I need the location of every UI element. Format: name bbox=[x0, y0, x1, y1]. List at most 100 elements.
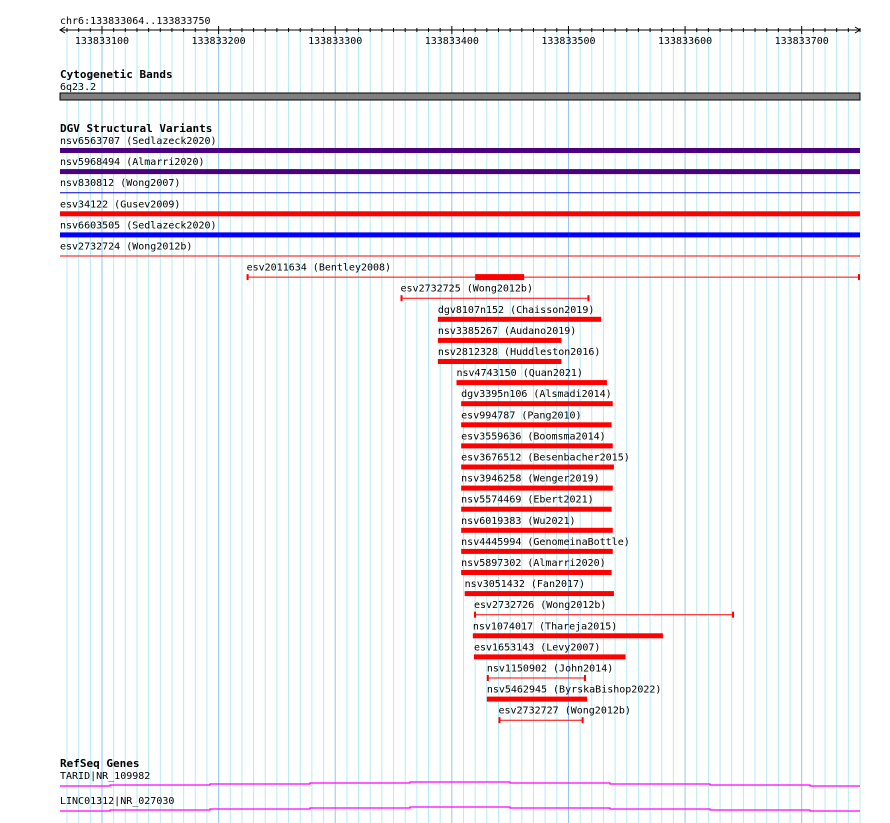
sv-feature[interactable]: esv3676512 (Besenbacher2015) bbox=[461, 453, 630, 470]
sv-bar[interactable] bbox=[60, 169, 860, 175]
gene-line[interactable] bbox=[60, 806, 860, 812]
sv-bar[interactable] bbox=[461, 527, 613, 533]
sv-bar[interactable] bbox=[473, 654, 626, 660]
ruler-track[interactable]: chr6:133833064..133833750 133833100 13383… bbox=[59, 16, 861, 47]
sv-feature[interactable]: nsv4743150 (Quan2021) bbox=[456, 368, 607, 386]
sv-feature[interactable]: nsv2812328 (Huddleston2016) bbox=[437, 347, 601, 364]
sv-cap-end bbox=[587, 295, 590, 302]
sv-feature[interactable]: nsv6563707 (Sedlazeck2020) bbox=[60, 136, 860, 153]
ruler-tick-label: 133833100 bbox=[75, 36, 129, 47]
sv-feature-label: esv3676512 (Besenbacher2015) bbox=[461, 453, 630, 464]
band-label: 6q23.2 bbox=[60, 82, 96, 93]
sv-feature-label: esv3559636 (Boomsma2014) bbox=[461, 431, 605, 442]
sv-feature-label: esv34122 (Gusev2009) bbox=[60, 199, 180, 210]
gene-label: LINC01312|NR_027030 bbox=[60, 796, 174, 807]
genome-browser-view[interactable]: chr6:133833064..133833750 133833100 13383… bbox=[0, 0, 890, 823]
sv-bar[interactable] bbox=[461, 506, 612, 512]
sv-feature[interactable]: nsv3946258 (Wenger2019) bbox=[461, 474, 613, 491]
sv-feature[interactable]: esv2011634 (Bentley2008) bbox=[246, 263, 860, 281]
sv-feature[interactable]: esv2732726 (Wong2012b) bbox=[473, 600, 735, 618]
sv-feature-label: nsv1150902 (John2014) bbox=[487, 664, 613, 675]
sv-feature[interactable]: nsv4445994 (GenomeinaBottle) bbox=[461, 537, 630, 554]
sv-cap-end bbox=[858, 274, 860, 281]
gene-feature[interactable]: LINC01312|NR_027030 bbox=[60, 796, 860, 812]
sv-bar[interactable] bbox=[437, 316, 602, 322]
gene-label: TARID|NR_109982 bbox=[60, 771, 150, 782]
ruler-tick-label: 133833400 bbox=[425, 36, 479, 47]
sv-feature[interactable]: nsv5574469 (Ebert2021) bbox=[461, 495, 612, 512]
sv-feature-label: esv1653143 (Levy2007) bbox=[474, 642, 600, 653]
gene-line[interactable] bbox=[60, 781, 860, 787]
ruler-tick-label: 133833600 bbox=[658, 36, 712, 47]
sv-bar[interactable] bbox=[461, 464, 614, 470]
sv-bar[interactable] bbox=[461, 548, 613, 554]
sv-feature[interactable]: nsv6019383 (Wu2021) bbox=[461, 516, 613, 533]
sv-feature-label: nsv5462945 (ByrskaBishop2022) bbox=[487, 685, 662, 696]
sv-feature[interactable]: nsv5462945 (ByrskaBishop2022) bbox=[486, 685, 662, 702]
dgv-track: DGV Structural Variants nsv6563707 (Sedl… bbox=[60, 122, 860, 724]
sv-feature-label: nsv1074017 (Thareja2015) bbox=[473, 621, 618, 632]
sv-bar[interactable] bbox=[486, 696, 588, 702]
sv-bar[interactable] bbox=[60, 148, 860, 153]
ruler-tick-label: 133833300 bbox=[308, 36, 362, 47]
sv-feature[interactable]: nsv1074017 (Thareja2015) bbox=[472, 621, 663, 639]
sv-feature-label: nsv5968494 (Almarri2020) bbox=[60, 157, 205, 168]
sv-cap-end bbox=[581, 717, 584, 724]
sv-bar[interactable] bbox=[437, 359, 562, 364]
ruler-ticks: 133833100 133833200 133833300 133833400 1338… bbox=[59, 26, 861, 47]
sv-bar[interactable] bbox=[461, 485, 613, 491]
sv-thick-segment bbox=[475, 274, 525, 281]
track-title-cytoband: Cytogenetic Bands bbox=[60, 68, 173, 81]
sv-feature-label: nsv830812 (Wong2007) bbox=[60, 178, 180, 189]
sv-feature[interactable]: nsv6603505 (Sedlazeck2020) bbox=[60, 220, 860, 238]
sv-feature[interactable]: esv2732725 (Wong2012b) bbox=[400, 284, 590, 302]
sv-bar[interactable] bbox=[456, 380, 607, 386]
sv-feature-label: dgv3395n106 (Alsmadi2014) bbox=[461, 389, 612, 400]
sv-feature[interactable]: nsv1150902 (John2014) bbox=[486, 664, 613, 682]
sv-feature-label: nsv4445994 (GenomeinaBottle) bbox=[461, 537, 630, 548]
sv-bar[interactable] bbox=[472, 633, 663, 639]
sv-feature-label: esv2732725 (Wong2012b) bbox=[401, 284, 533, 295]
cytoband-track: Cytogenetic Bands 6q23.2 bbox=[59, 68, 861, 101]
sv-bar[interactable] bbox=[461, 401, 613, 407]
ruler-tick-label: 133833500 bbox=[541, 36, 595, 47]
cytoband-bar[interactable] bbox=[59, 92, 861, 101]
sv-bar[interactable] bbox=[60, 232, 860, 238]
sv-feature[interactable]: nsv5897302 (Almarri2020) bbox=[461, 558, 612, 575]
sv-bar[interactable] bbox=[464, 591, 614, 597]
sv-cap-start bbox=[498, 717, 501, 724]
sv-feature-label: esv2732726 (Wong2012b) bbox=[474, 600, 606, 611]
sv-feature[interactable]: nsv5968494 (Almarri2020) bbox=[60, 157, 860, 175]
sv-feature-label: nsv3051432 (Fan2017) bbox=[465, 579, 585, 590]
sv-feature-label: nsv6563707 (Sedlazeck2020) bbox=[60, 136, 217, 147]
sv-feature[interactable]: dgv3395n106 (Alsmadi2014) bbox=[461, 389, 613, 407]
ruler-tick-label: 133833200 bbox=[192, 36, 246, 47]
sv-feature[interactable]: esv2732724 (Wong2012b) bbox=[60, 242, 860, 257]
sv-feature-label: nsv2812328 (Huddleston2016) bbox=[438, 347, 601, 358]
sv-bar[interactable] bbox=[60, 211, 860, 217]
sv-feature-label: nsv5574469 (Ebert2021) bbox=[461, 495, 593, 506]
sv-bar[interactable] bbox=[461, 422, 612, 428]
sv-cap-start bbox=[246, 274, 249, 281]
sv-feature-label: nsv6603505 (Sedlazeck2020) bbox=[60, 220, 217, 231]
sv-bar[interactable] bbox=[461, 570, 612, 575]
sv-feature-label: esv994787 (Pang2010) bbox=[461, 410, 581, 421]
location-label: chr6:133833064..133833750 bbox=[60, 16, 211, 27]
sv-feature[interactable]: nsv3385267 (Audano2019) bbox=[437, 326, 576, 343]
sv-feature[interactable]: dgv8107n152 (Chaisson2019) bbox=[437, 305, 602, 322]
sv-feature-label: esv2732727 (Wong2012b) bbox=[498, 706, 630, 717]
sv-feature[interactable]: esv994787 (Pang2010) bbox=[461, 410, 612, 428]
sv-feature-label: nsv5897302 (Almarri2020) bbox=[461, 558, 605, 569]
sv-feature-label: dgv8107n152 (Chaisson2019) bbox=[438, 305, 595, 316]
sv-feature[interactable]: esv34122 (Gusev2009) bbox=[60, 199, 860, 217]
sv-bar[interactable] bbox=[461, 443, 613, 449]
sv-cap-start bbox=[473, 611, 476, 618]
sv-feature-label: nsv3946258 (Wenger2019) bbox=[461, 474, 599, 485]
sv-feature[interactable]: esv1653143 (Levy2007) bbox=[473, 642, 626, 660]
sv-feature[interactable]: nsv830812 (Wong2007) bbox=[60, 178, 860, 194]
sv-feature[interactable]: esv2732727 (Wong2012b) bbox=[498, 706, 631, 724]
sv-feature-label: nsv3385267 (Audano2019) bbox=[438, 326, 576, 337]
sv-bar[interactable] bbox=[437, 337, 562, 343]
sv-feature[interactable]: esv3559636 (Boomsma2014) bbox=[461, 431, 613, 449]
gene-feature[interactable]: TARID|NR_109982 bbox=[60, 771, 860, 787]
